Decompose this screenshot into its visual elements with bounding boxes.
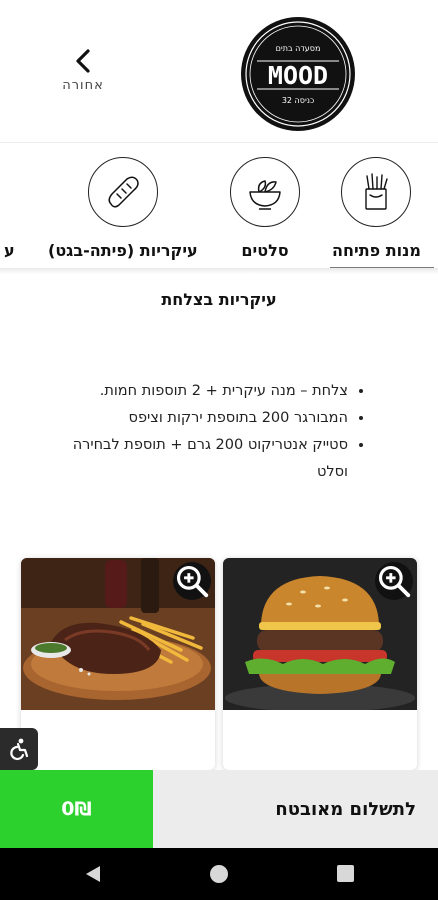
description-bullet: המבורגר 200 בתוספת ירקות וציפס (70, 405, 348, 432)
product-card-burger[interactable] (223, 558, 417, 770)
chevron-left-icon (76, 49, 90, 73)
accessibility-icon (10, 738, 29, 761)
zoom-button[interactable] (375, 562, 413, 600)
back-label: אחורה (62, 78, 104, 93)
cart-total: 0₪ (0, 770, 153, 848)
category-label: עיקריות (פיתה-בגט) (48, 241, 198, 260)
category-starters[interactable]: מנות פתיחה (332, 157, 421, 260)
zoom-button[interactable] (173, 562, 211, 600)
category-icon-circle (341, 157, 412, 227)
bread-icon (108, 176, 139, 208)
section-description: צלחת – מנה עיקרית + 2 תוספות חמות. המבור… (70, 378, 370, 486)
accessibility-button[interactable] (0, 728, 38, 770)
salad-bowl-icon (249, 180, 281, 210)
category-icon-circle (87, 157, 158, 227)
secure-payment-button[interactable]: לתשלום מאובטח (153, 770, 438, 848)
description-bullet: סטייק אנטריקוט 200 גרם + תוספת לבחירה וס… (70, 432, 348, 486)
payment-bar: 0₪ לתשלום מאובטח (0, 770, 438, 848)
description-bullet: צלחת – מנה עיקרית + 2 תוספות חמות. (70, 378, 348, 405)
logo-top-text: מסעדה בתים (276, 44, 321, 53)
category-salads[interactable]: סלטים (230, 157, 300, 260)
logo-bottom-text: כניסה 32 (282, 96, 314, 105)
logo-text: MOOD (268, 61, 328, 90)
nav-recents-icon[interactable] (337, 865, 354, 882)
section-title: עיקריות בצלחת (161, 290, 277, 309)
app-header: אחורה מסעדה בתים MOOD כניסה 32 (0, 0, 438, 142)
category-partial[interactable]: ע (4, 157, 74, 260)
burger-image (223, 558, 417, 710)
system-nav-bar (0, 848, 438, 900)
zoom-in-icon (378, 565, 411, 598)
zoom-in-icon (176, 565, 209, 598)
nav-back-icon[interactable] (84, 865, 102, 883)
category-carousel[interactable]: מנות פתיחה סלטים עיקריות (פיתה-בגט) ע (0, 142, 438, 270)
category-label: ע (4, 241, 15, 260)
nav-home-icon[interactable] (210, 865, 228, 883)
restaurant-logo: מסעדה בתים MOOD כניסה 32 (241, 17, 355, 131)
back-button[interactable]: אחורה (58, 48, 108, 100)
category-icon-circle (230, 157, 300, 227)
product-card-steak[interactable] (21, 558, 215, 770)
category-label: סלטים (241, 241, 289, 260)
carousel-shadow (0, 268, 438, 274)
fries-icon (365, 173, 389, 210)
category-label: מנות פתיחה (332, 241, 421, 260)
steak-image (21, 558, 215, 710)
